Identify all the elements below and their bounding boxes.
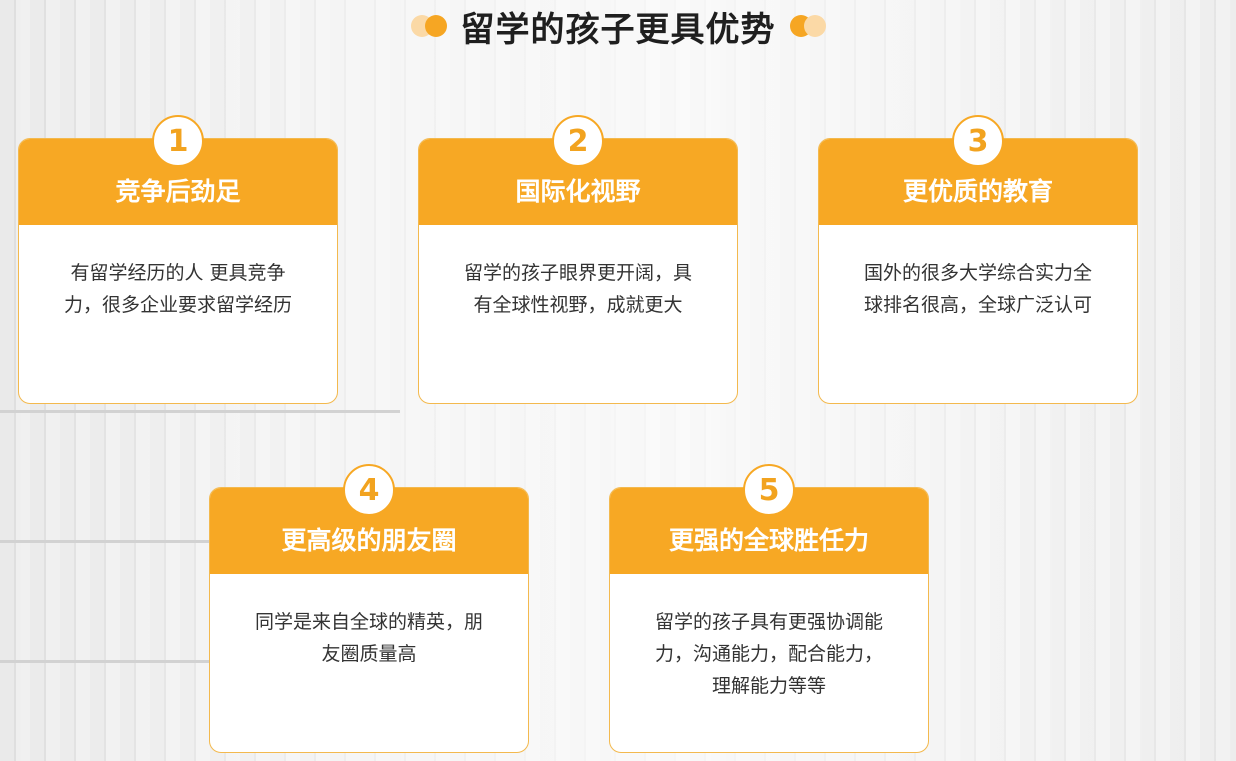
card-title: 更高级的朋友圈 [281, 526, 457, 555]
decorative-dots-left [410, 15, 447, 37]
card-title: 竞争后劲足 [115, 177, 241, 206]
number-badge: 1 [152, 115, 204, 167]
decorative-dots-right [789, 15, 826, 37]
card-text: 同学是来自全球的精英，朋友圈质量高 [254, 611, 483, 665]
number-badge: 5 [743, 464, 795, 516]
dot-dark [424, 15, 447, 37]
dot-light [803, 15, 826, 37]
card-title: 更优质的教育 [902, 177, 1053, 206]
number-badge: 3 [952, 115, 1004, 167]
shelf-line [0, 410, 400, 413]
card-text: 留学的孩子眼界更开阔，具有全球性视野，成就更大 [463, 262, 692, 316]
advantage-card-4: 更高级的朋友圈 4 同学是来自全球的精英，朋友圈质量高 [209, 464, 529, 753]
advantage-card-3: 更优质的教育 3 国外的很多大学综合实力全球排名很高，全球广泛认可 [818, 115, 1138, 404]
number-badge: 4 [343, 464, 395, 516]
number-badge: 2 [552, 115, 604, 167]
card-text: 留学的孩子具有更强协调能力，沟通能力，配合能力， 理解能力等等 [654, 611, 883, 697]
card-text: 有留学经历的人 更具竞争力，很多企业要求留学经历 [63, 262, 292, 316]
advantage-card-5: 更强的全球胜任力 5 留学的孩子具有更强协调能力，沟通能力，配合能力， 理解能力… [609, 464, 929, 753]
card-text: 国外的很多大学综合实力全球排名很高，全球广泛认可 [863, 262, 1092, 316]
page-header: 留学的孩子更具优势 [0, 0, 1236, 52]
card-title: 国际化视野 [515, 177, 641, 206]
page-title: 留学的孩子更具优势 [460, 9, 776, 50]
card-title: 更强的全球胜任力 [668, 526, 869, 555]
advantage-card-2: 国际化视野 2 留学的孩子眼界更开阔，具有全球性视野，成就更大 [418, 115, 738, 404]
advantage-card-1: 竞争后劲足 1 有留学经历的人 更具竞争力，很多企业要求留学经历 [18, 115, 338, 404]
